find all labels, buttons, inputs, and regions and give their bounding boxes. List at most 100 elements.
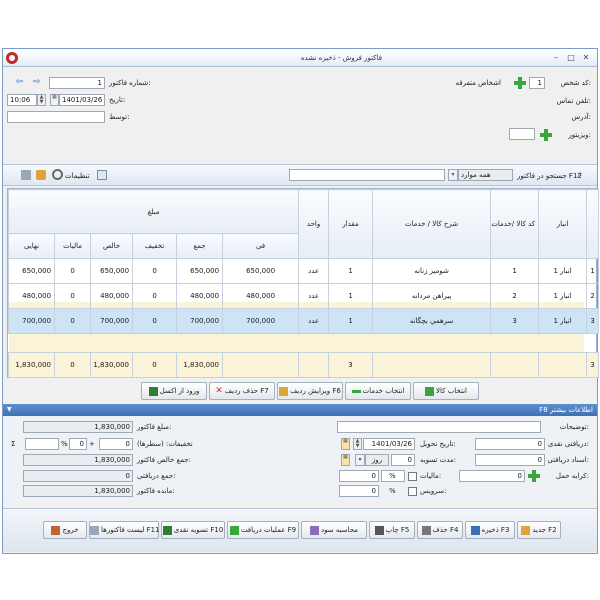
minimize-icon[interactable]: – [551,53,561,62]
cell-tax[interactable]: 0 [54,308,92,334]
col-discount-header[interactable]: تخفیف [132,233,178,259]
next-invoice-arrow-icon[interactable]: ⇨ [30,77,43,89]
cell-fee[interactable]: 700,000 [222,308,300,334]
cell-total[interactable]: 700,000 [176,308,224,334]
cell-qty[interactable]: 1 [328,283,374,309]
invoice-number-input[interactable]: 1 [49,77,105,89]
col-unit-header[interactable]: واحد [298,189,330,259]
service-amount-input[interactable]: 0 [339,485,379,497]
discount-extra-input[interactable] [25,438,59,450]
col-fee-header[interactable]: فی [222,233,300,259]
col-final-header[interactable]: نهایی [7,233,56,259]
cell-desc[interactable]: پیراهن مردانه [372,283,492,309]
description-input[interactable] [337,421,541,433]
table-row-selected[interactable]: 3 انبار 1 3 سرهمي بچگانه 1 عدد 700,000 7… [7,308,600,334]
more-info-bar[interactable]: ▼ F8 اطلاعات بیشتر [3,404,597,416]
cell-final[interactable]: 700,000 [7,308,56,334]
export-icon[interactable] [97,170,107,180]
profit-button[interactable]: محاسبه سود [301,521,367,539]
cell-fee[interactable]: 480,000 [222,283,300,309]
settle-calendar-icon[interactable]: ▦ [341,454,350,466]
col-total-header[interactable]: جمع [176,233,224,259]
cell-qty[interactable]: 1 [328,308,374,334]
new-button[interactable]: جدید F2 [517,521,561,539]
customer-code-input[interactable]: 1 [529,77,545,89]
delete-button[interactable]: حذف F4 [417,521,463,539]
collapse-chevron-icon[interactable]: ▼ [7,404,12,416]
select-service-button[interactable]: انتخاب خدمات [345,382,411,400]
search-input[interactable] [289,169,445,181]
cell-unit[interactable]: عدد [298,308,330,334]
close-icon[interactable]: ✕ [581,53,591,62]
col-net-header[interactable]: خالص [90,233,134,259]
settle-unit-chevron-icon[interactable]: ▾ [355,454,365,466]
col-warehouse-header[interactable]: انبار [538,189,588,259]
cell-tax[interactable]: 0 [54,258,92,284]
cell-fee[interactable]: 650,000 [222,258,300,284]
cell-desc[interactable]: سرهمي بچگانه [372,308,492,334]
add-customer-plus-icon[interactable] [514,77,526,89]
discount-amount-input[interactable]: 0 [99,438,133,450]
cell-net[interactable]: 480,000 [90,283,134,309]
cell-net[interactable]: 650,000 [90,258,134,284]
add-freight-plus-icon[interactable] [528,470,540,482]
cell-code[interactable]: 1 [490,258,540,284]
cash-settle-button[interactable]: تسویه نقدی F10 [161,521,225,539]
cell-unit[interactable]: عدد [298,258,330,284]
time-spinner[interactable]: ▲ ▼ [37,94,46,106]
col-qty-header[interactable]: مقدار [328,189,374,259]
cell-discount[interactable]: 0 [132,258,178,284]
settle-input[interactable]: 0 [391,454,415,466]
select-item-button[interactable]: انتخاب کالا [413,382,479,400]
delete-row-button[interactable]: ✕ حذف ردیف F7 [209,382,275,400]
settle-unit-select[interactable]: روز [365,454,389,466]
time-input[interactable]: 10:06 [7,94,37,106]
service-checkbox[interactable] [408,487,417,496]
date-calendar-button[interactable]: ▦ [50,94,59,106]
cheque-input[interactable]: 0 [475,454,545,466]
tax-checkbox[interactable] [408,472,417,481]
print-button[interactable]: چاپ F5 [369,521,415,539]
layout-icon[interactable] [21,170,31,180]
cell-desc[interactable]: شومیز زنانه [372,258,492,284]
import-excel-button[interactable]: ورود از اکسل [141,382,207,400]
cell-total[interactable]: 650,000 [176,258,224,284]
receipts-button[interactable]: عملیات دریافت F9 [227,521,299,539]
delivery-date-input[interactable]: 1401/03/26 [363,438,415,450]
cell-tax[interactable]: 0 [54,283,92,309]
cell-final[interactable]: 480,000 [7,283,56,309]
cell-unit[interactable]: عدد [298,283,330,309]
cell-discount[interactable]: 0 [132,308,178,334]
chevron-down-icon[interactable]: ▾ [448,169,458,181]
calendar-icon[interactable]: ▦ [341,438,350,450]
tax-amount-input[interactable]: 0 [339,470,379,482]
sigma-icon[interactable]: Σ [11,440,15,448]
cell-total[interactable]: 480,000 [176,283,224,309]
col-tax-header[interactable]: مالیات [54,233,92,259]
table-row[interactable]: 1 انبار 1 1 شومیز زنانه 1 عدد 650,000 65… [7,258,600,284]
col-code-header[interactable]: کد کالا /خدمات [490,189,540,259]
freight-input[interactable]: 0 [459,470,525,482]
cell-code[interactable]: 2 [490,283,540,309]
settings-label[interactable]: تنظیمات [65,172,90,180]
discount-percent-input[interactable]: 0 [69,438,87,450]
visitor-input[interactable] [509,128,535,140]
delivery-date-spinner[interactable]: ▲ ▼ [353,438,362,450]
paint-icon[interactable] [36,170,46,180]
maximize-icon[interactable]: □ [566,53,576,62]
cell-warehouse[interactable]: انبار 1 [538,308,588,334]
cell-warehouse[interactable]: انبار 1 [538,283,588,309]
by-input[interactable] [7,111,105,123]
edit-row-button[interactable]: ویرایش ردیف F6 [277,382,343,400]
cell-qty[interactable]: 1 [328,258,374,284]
cell-code[interactable]: 3 [490,308,540,334]
invoice-list-button[interactable]: لیست فاکتورها F11 [89,521,160,539]
prev-invoice-arrow-icon[interactable]: ⇦ [13,77,26,89]
add-visitor-plus-icon[interactable] [540,129,552,141]
col-desc-header[interactable]: شرح کالا / خدمات [372,189,492,259]
exit-button[interactable]: خروج [43,521,87,539]
cell-discount[interactable]: 0 [132,283,178,309]
cash-input[interactable]: 0 [475,438,545,450]
table-row[interactable]: 2 انبار 1 2 پیراهن مردانه 1 عدد 480,000 … [7,283,600,309]
save-button[interactable]: ذخیره F3 [465,521,515,539]
